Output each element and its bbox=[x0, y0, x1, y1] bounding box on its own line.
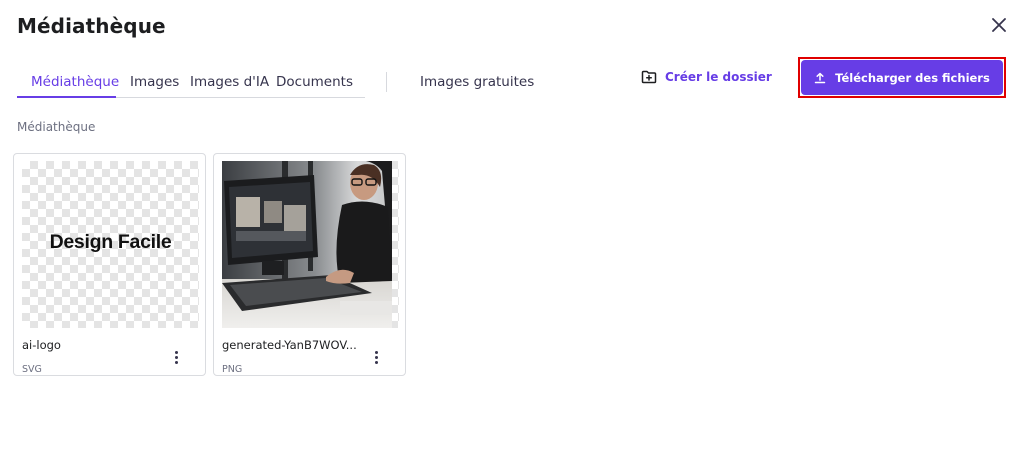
more-vertical-icon-dot bbox=[374, 360, 378, 364]
file-card[interactable]: generated-YanB7WOV... PNG bbox=[213, 153, 406, 376]
close-icon bbox=[992, 18, 1006, 32]
tab-media-library[interactable]: Médiathèque bbox=[31, 74, 119, 90]
create-folder-label: Créer le dossier bbox=[665, 70, 772, 84]
more-vertical-icon-dot bbox=[174, 360, 178, 364]
file-type: SVG bbox=[22, 364, 42, 375]
close-button[interactable] bbox=[988, 14, 1010, 36]
folder-add-icon bbox=[641, 70, 657, 84]
more-vertical-icon bbox=[174, 350, 178, 354]
photo-thumbnail bbox=[222, 161, 392, 328]
tab-divider bbox=[386, 72, 387, 92]
file-card[interactable]: Design Facile ai-logo SVG bbox=[13, 153, 206, 376]
media-tabs: Médiathèque Images Images d'IA Documents bbox=[17, 68, 365, 98]
file-type: PNG bbox=[222, 364, 243, 375]
file-options-button[interactable] bbox=[169, 348, 183, 366]
more-vertical-icon bbox=[374, 350, 378, 354]
upload-icon bbox=[814, 72, 826, 83]
logo-preview-text: Design Facile bbox=[49, 231, 172, 253]
upload-files-label: Télécharger des fichiers bbox=[835, 70, 990, 85]
tab-documents[interactable]: Documents bbox=[276, 74, 353, 90]
file-options-button[interactable] bbox=[369, 348, 383, 366]
dialog-title: Médiathèque bbox=[17, 14, 166, 38]
more-vertical-icon-dot bbox=[174, 355, 178, 359]
tab-free-images[interactable]: Images gratuites bbox=[420, 74, 534, 90]
file-thumbnail bbox=[222, 161, 399, 328]
file-thumbnail: Design Facile bbox=[22, 161, 199, 328]
tab-ai-images[interactable]: Images d'IA bbox=[190, 74, 269, 90]
file-name: ai-logo bbox=[22, 338, 61, 352]
tab-images[interactable]: Images bbox=[130, 74, 179, 90]
section-label: Médiathèque bbox=[17, 120, 96, 134]
active-tab-indicator bbox=[17, 96, 116, 98]
more-vertical-icon-dot bbox=[374, 355, 378, 359]
upload-files-button[interactable]: Télécharger des fichiers bbox=[801, 60, 1003, 95]
file-name: generated-YanB7WOV... bbox=[222, 338, 357, 352]
create-folder-button[interactable]: Créer le dossier bbox=[641, 67, 772, 87]
